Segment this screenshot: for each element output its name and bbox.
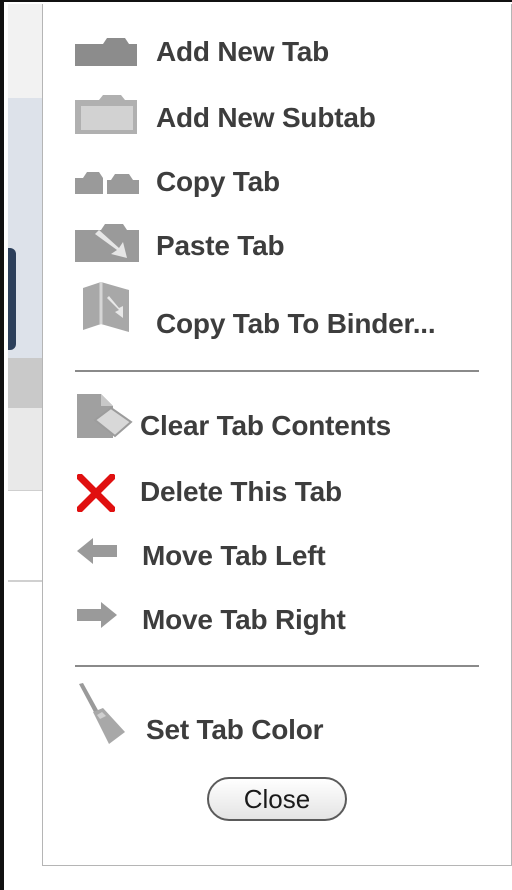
menu-item-copy-tab-to-binder[interactable]: Copy Tab To Binder... <box>43 280 511 339</box>
arrow-right-icon <box>77 602 117 628</box>
menu-item-label: Copy Tab <box>156 166 280 197</box>
menu-item-clear-tab-contents[interactable]: Clear Tab Contents <box>43 392 511 448</box>
menu-item-set-tab-color[interactable]: Set Tab Color <box>43 682 511 752</box>
menu-item-add-new-tab[interactable]: Add New Tab <box>43 28 511 84</box>
add-tab-icon <box>75 38 137 66</box>
menu-item-label: Paste Tab <box>156 230 285 261</box>
tab-options-menu: Add New Tab Add New Subtab Copy Tab Past… <box>42 4 512 866</box>
menu-divider <box>75 665 479 667</box>
add-subtab-icon <box>75 95 137 134</box>
red-x-icon <box>77 474 115 512</box>
menu-item-copy-tab[interactable]: Copy Tab <box>43 156 511 212</box>
eraser-icon <box>77 394 133 438</box>
binder-icon <box>83 282 129 332</box>
paintbrush-icon <box>79 683 125 744</box>
menu-item-label: Move Tab Left <box>142 540 326 571</box>
menu-item-delete-this-tab[interactable]: Delete This Tab <box>43 466 511 522</box>
screenshot-frame: Add New Tab Add New Subtab Copy Tab Past… <box>0 0 512 890</box>
menu-item-label: Copy Tab To Binder... <box>156 308 436 339</box>
paste-tab-icon <box>75 224 139 262</box>
menu-item-label: Clear Tab Contents <box>140 410 392 441</box>
menu-item-move-tab-left[interactable]: Move Tab Left <box>43 530 511 586</box>
menu-item-label: Add New Tab <box>156 36 330 67</box>
menu-item-paste-tab[interactable]: Paste Tab <box>43 220 511 276</box>
close-button[interactable]: Close <box>207 777 347 821</box>
menu-item-move-tab-right[interactable]: Move Tab Right <box>43 594 511 650</box>
arrow-left-icon <box>77 538 117 564</box>
menu-divider <box>75 370 479 372</box>
menu-item-label: Move Tab Right <box>142 604 346 635</box>
background-tab-edge <box>8 248 16 350</box>
menu-item-label: Set Tab Color <box>146 714 324 745</box>
menu-item-label: Delete This Tab <box>140 476 342 507</box>
menu-item-add-new-subtab[interactable]: Add New Subtab <box>43 92 511 148</box>
menu-item-label: Add New Subtab <box>156 102 376 133</box>
copy-tab-icon <box>75 172 139 194</box>
